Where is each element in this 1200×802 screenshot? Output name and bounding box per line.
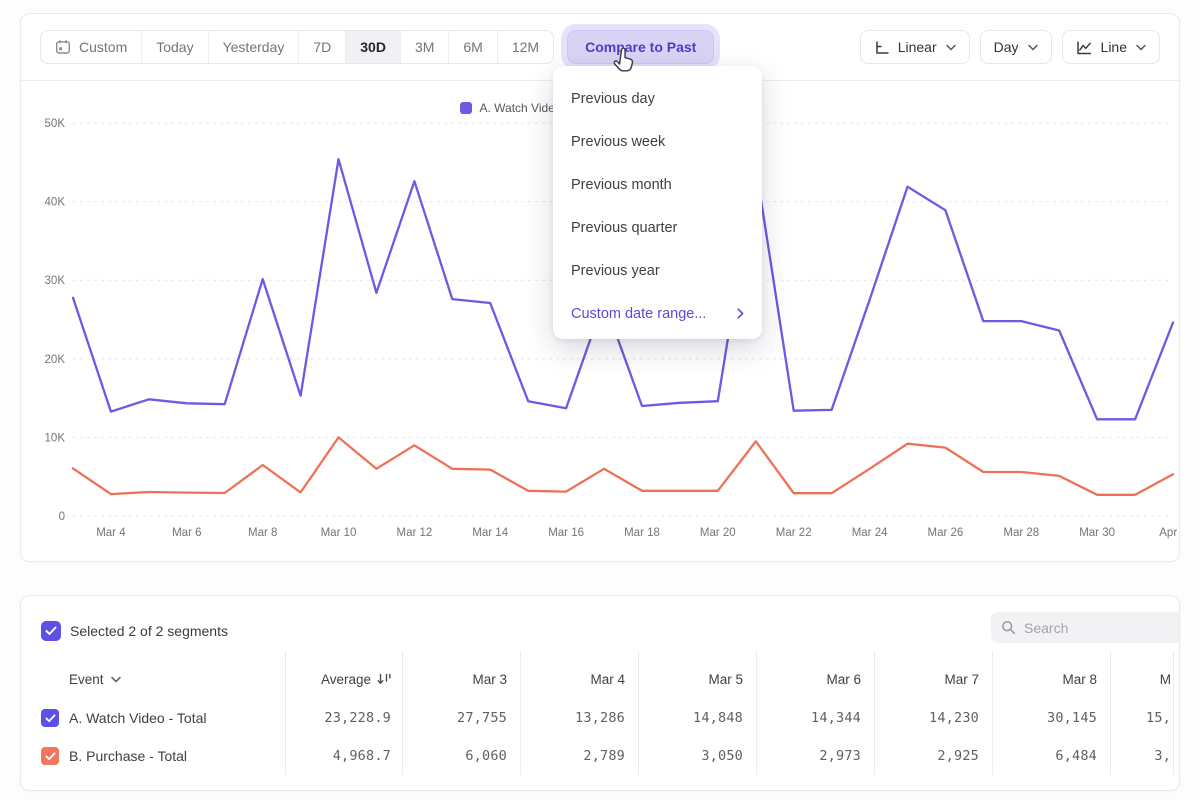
chevron-right-icon: [737, 308, 744, 319]
svg-text:Mar 8: Mar 8: [248, 527, 277, 539]
menu-item-previous-year[interactable]: Previous year: [553, 249, 762, 292]
menu-item-previous-day[interactable]: Previous day: [553, 77, 762, 120]
cell-value: 3,050: [638, 737, 756, 775]
svg-text:Mar 18: Mar 18: [624, 527, 660, 539]
cell-value: 30,145: [992, 699, 1110, 737]
search-icon: [1001, 620, 1016, 635]
cell-value: 6,484: [992, 737, 1110, 775]
cell-value: 6,060: [402, 737, 520, 775]
menu-item-previous-month[interactable]: Previous month: [553, 163, 762, 206]
date-column-header: Mar 3: [402, 659, 520, 699]
compare-to-past-menu: Previous day Previous week Previous mont…: [553, 66, 762, 339]
svg-text:Mar 6: Mar 6: [172, 527, 201, 539]
svg-text:Mar 14: Mar 14: [472, 527, 508, 539]
row-checkbox[interactable]: [41, 747, 59, 765]
cell-value: 14,230: [874, 699, 992, 737]
menu-item-custom-date-range[interactable]: Custom date range...: [553, 292, 762, 335]
cell-value-clipped: 3,: [1110, 737, 1171, 775]
date-column-header: Mar 4: [520, 659, 638, 699]
svg-text:30K: 30K: [45, 275, 66, 287]
cell-value-clipped: 15,: [1110, 699, 1171, 737]
cell-value: 27,755: [402, 699, 520, 737]
cell-value: 14,848: [638, 699, 756, 737]
select-all-checkbox[interactable]: [41, 621, 61, 641]
cell-value: 14,344: [756, 699, 874, 737]
row-checkbox[interactable]: [41, 709, 59, 727]
segments-panel: Selected 2 of 2 segments Event: [20, 595, 1180, 791]
sort-descending-icon: [377, 673, 392, 685]
insights-report-page: Custom Today Yesterday 7D 30D 3M 6M 12M …: [0, 0, 1200, 802]
svg-text:Apr 1: Apr 1: [1159, 527, 1179, 539]
svg-text:0: 0: [59, 511, 65, 523]
menu-item-previous-week[interactable]: Previous week: [553, 120, 762, 163]
segments-search[interactable]: [991, 612, 1180, 643]
date-column-header: Mar 6: [756, 659, 874, 699]
average-value: 23,228.9: [285, 699, 402, 737]
date-column-header: Mar 8: [992, 659, 1110, 699]
svg-text:40K: 40K: [45, 197, 66, 209]
svg-text:Mar 22: Mar 22: [776, 527, 812, 539]
cell-value: 13,286: [520, 699, 638, 737]
svg-text:Mar 10: Mar 10: [321, 527, 357, 539]
svg-text:Mar 26: Mar 26: [928, 527, 964, 539]
svg-text:Mar 12: Mar 12: [397, 527, 433, 539]
chevron-down-icon: [111, 676, 121, 683]
svg-text:Mar 28: Mar 28: [1003, 527, 1039, 539]
average-value: 4,968.7: [285, 737, 402, 775]
segments-table: Event Average Mar 3 Mar 4 Mar 5 Mar 6 Ma…: [21, 659, 1180, 775]
svg-text:50K: 50K: [45, 118, 66, 130]
date-column-header: Mar 7: [874, 659, 992, 699]
compare-to-past-button[interactable]: Compare to Past: [567, 30, 714, 64]
svg-text:Mar 4: Mar 4: [96, 527, 126, 539]
svg-text:10K: 10K: [45, 432, 66, 444]
segment-row-watch-video[interactable]: A. Watch Video - Total: [21, 699, 285, 737]
segments-summary-label: Selected 2 of 2 segments: [70, 623, 228, 639]
date-column-header: Mar 5: [638, 659, 756, 699]
cell-value: 2,925: [874, 737, 992, 775]
svg-text:20K: 20K: [45, 354, 66, 366]
svg-text:Mar 24: Mar 24: [852, 527, 888, 539]
svg-text:Mar 20: Mar 20: [700, 527, 736, 539]
menu-item-previous-quarter[interactable]: Previous quarter: [553, 206, 762, 249]
svg-text:Mar 16: Mar 16: [548, 527, 584, 539]
segments-summary-row: Selected 2 of 2 segments: [41, 621, 228, 641]
search-input[interactable]: [1024, 620, 1164, 636]
series-a-swatch: [460, 102, 472, 114]
date-column-header-clipped: M: [1110, 659, 1171, 699]
event-column-header[interactable]: Event: [21, 659, 285, 699]
cell-value: 2,973: [756, 737, 874, 775]
cell-value: 2,789: [520, 737, 638, 775]
svg-text:Mar 30: Mar 30: [1079, 527, 1115, 539]
segment-row-purchase[interactable]: B. Purchase - Total: [21, 737, 285, 775]
average-column-header[interactable]: Average: [285, 659, 402, 699]
